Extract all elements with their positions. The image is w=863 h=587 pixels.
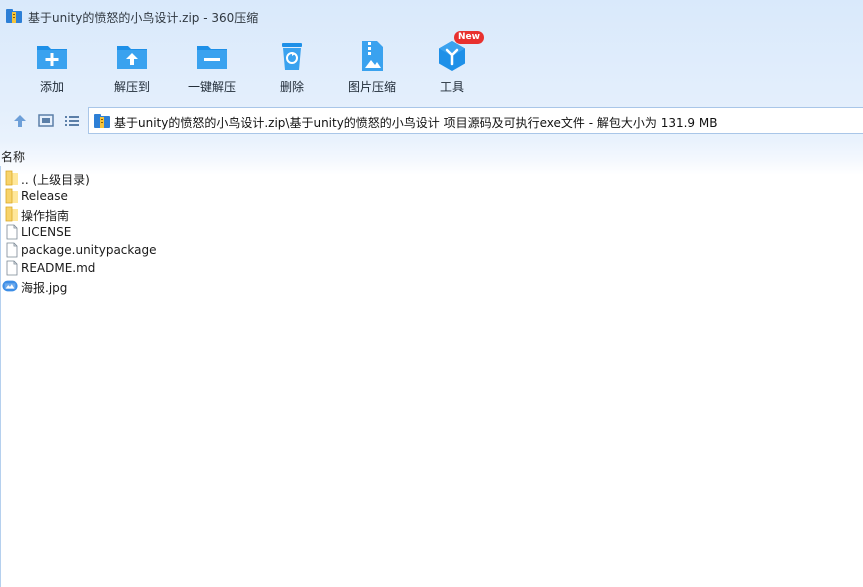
file-name: package.unitypackage: [21, 243, 157, 257]
tools-label: 工具: [439, 80, 464, 94]
file-name: 操作指南: [21, 209, 70, 223]
file-name: 海报.jpg: [21, 281, 68, 295]
delete-label: 删除: [279, 80, 304, 94]
list-item-poster[interactable]: 海报.jpg: [0, 277, 863, 295]
one-click-extract-button[interactable]: 一键解压: [174, 34, 250, 98]
list-item-unitypackage[interactable]: package.unitypackage: [0, 241, 863, 259]
column-header-name[interactable]: 名称: [1, 148, 25, 165]
file-name: README.md: [21, 261, 96, 275]
list-item-parent-directory[interactable]: .. (上级目录): [0, 169, 863, 187]
list-item-guide[interactable]: 操作指南: [0, 205, 863, 223]
list-header: 名称: [0, 146, 863, 166]
archive-app-icon: [6, 9, 22, 23]
document-icon: [6, 224, 18, 240]
one-click-extract-label: 一键解压: [187, 80, 236, 94]
image-compress-button[interactable]: 图片压缩: [334, 34, 410, 98]
extract-to-button[interactable]: 解压到: [94, 34, 170, 98]
document-icon: [6, 242, 18, 258]
delete-button[interactable]: 删除: [254, 34, 330, 98]
extract-folder-icon: [117, 46, 147, 69]
new-badge: New: [454, 31, 484, 44]
address-bar[interactable]: 基于unity的愤怒的小鸟设计.zip\基于unity的愤怒的小鸟设计 项目源码…: [88, 107, 863, 134]
image-compress-label: 图片压缩: [347, 80, 396, 94]
list-view-icon[interactable]: [63, 112, 81, 130]
up-arrow-icon[interactable]: [11, 112, 29, 130]
file-name: Release: [21, 189, 68, 203]
add-folder-icon: [37, 46, 67, 69]
recycle-bin-icon: [282, 43, 302, 70]
list-item-release[interactable]: Release: [0, 187, 863, 205]
file-list: .. (上级目录) Release 操作指南 LICENSE package.u…: [0, 169, 863, 295]
file-name: LICENSE: [21, 225, 72, 239]
one-click-extract-icon: [197, 46, 227, 69]
document-icon: [6, 260, 18, 276]
extract-to-label: 解压到: [113, 80, 150, 94]
list-item-readme[interactable]: README.md: [0, 259, 863, 277]
add-button[interactable]: 添加: [14, 34, 90, 98]
main-toolbar: 添加 解压到 一键解压 删除 图片压缩 工具: [0, 34, 863, 102]
jpg-image-icon: [2, 280, 18, 292]
thumbnail-view-icon[interactable]: [37, 112, 55, 130]
window-title: 基于unity的愤怒的小鸟设计.zip - 360压缩: [28, 11, 259, 25]
folder-icon: [5, 170, 18, 186]
list-item-license[interactable]: LICENSE: [0, 223, 863, 241]
address-path: 基于unity的愤怒的小鸟设计.zip\基于unity的愤怒的小鸟设计 项目源码…: [114, 116, 718, 130]
add-label: 添加: [39, 80, 64, 94]
title-bar: 基于unity的愤怒的小鸟设计.zip - 360压缩: [0, 0, 863, 32]
file-name: .. (上级目录): [21, 173, 90, 187]
folder-icon: [5, 206, 18, 222]
folder-icon: [5, 188, 18, 204]
image-compress-icon: [362, 41, 383, 71]
archive-icon: [94, 114, 110, 128]
